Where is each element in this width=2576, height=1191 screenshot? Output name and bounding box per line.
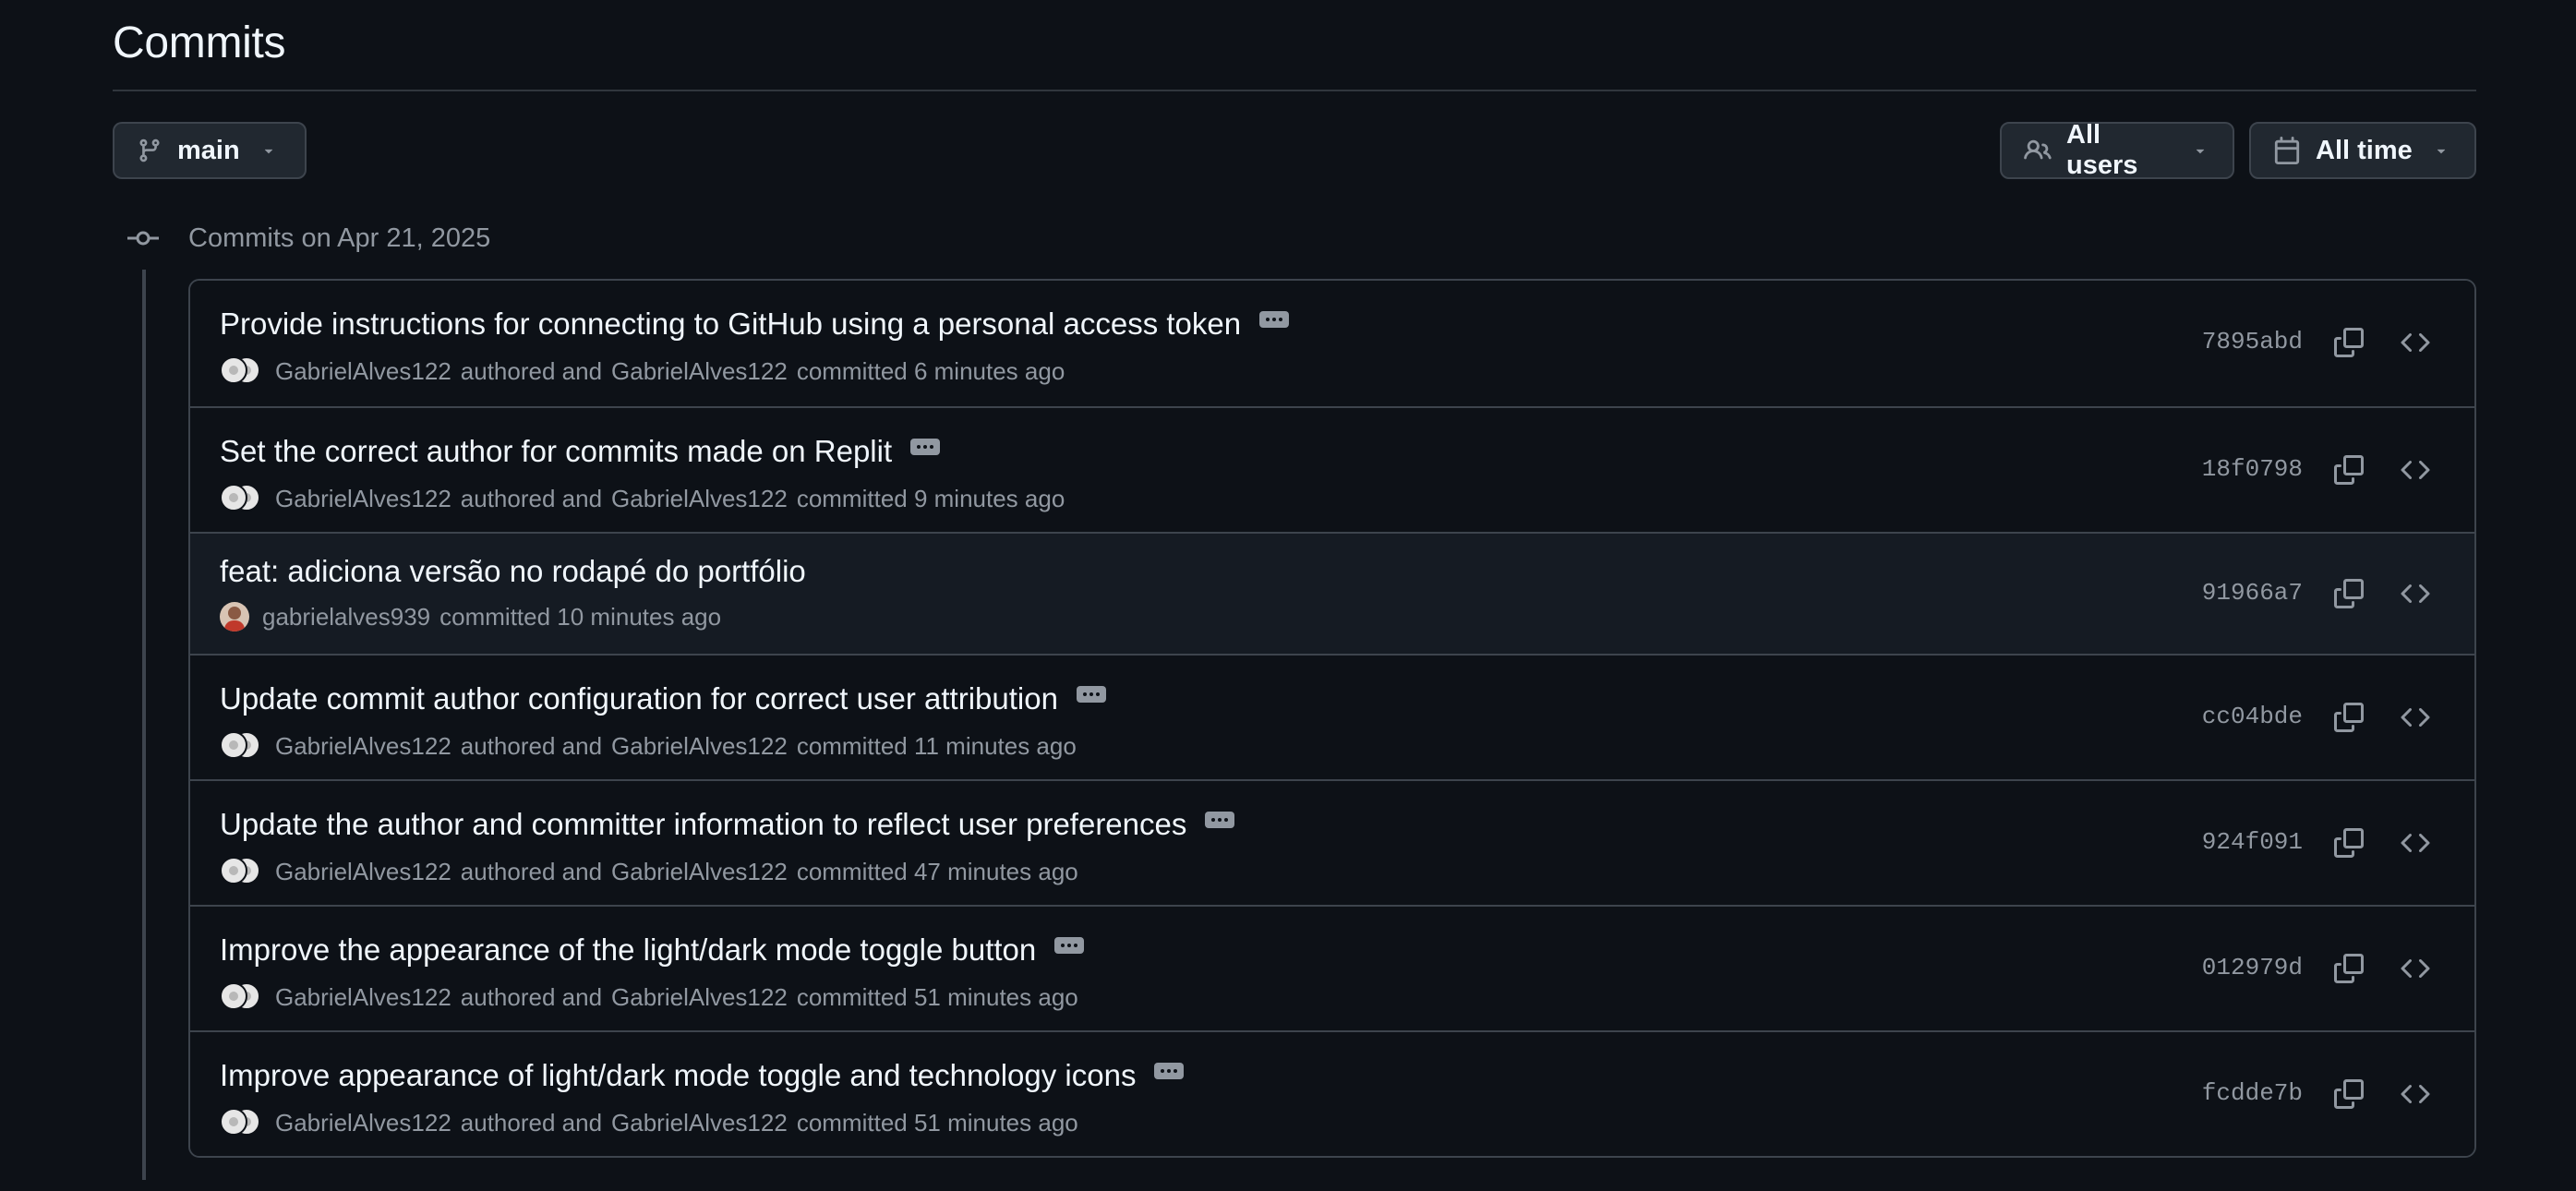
committer-link[interactable]: GabrielAlves122: [611, 858, 788, 886]
triangle-down-icon: [260, 142, 277, 159]
commit-sha-link[interactable]: 012979d: [2202, 954, 2303, 981]
commit-meta: GabrielAlves122 authored and GabrielAlve…: [220, 482, 1074, 515]
git-commit-icon: [127, 227, 159, 254]
commit-row: Update the author and committer informat…: [190, 779, 2474, 905]
git-branch-icon: [137, 138, 163, 163]
commit-meta: gabrielalves939 committed 10 minutes ago: [220, 600, 730, 633]
commit-sha-link[interactable]: cc04bde: [2202, 703, 2303, 730]
commit-title-link[interactable]: Update the author and committer informat…: [220, 803, 1186, 846]
authored-text: authored and: [460, 356, 603, 385]
commit-row: Update commit author configuration for c…: [190, 654, 2474, 779]
committed-time: committed 11 minutes ago: [796, 731, 1077, 760]
users-filter-button[interactable]: All users: [2000, 120, 2234, 180]
timeline-line: [142, 270, 146, 1180]
kebab-horizontal-icon[interactable]: [1205, 812, 1235, 828]
commit-meta: GabrielAlves122 authored and GabrielAlve…: [220, 355, 1074, 388]
commit-list: Provide instructions for connecting to G…: [188, 279, 2476, 1158]
avatar[interactable]: [220, 355, 262, 388]
committed-time: committed 6 minutes ago: [796, 356, 1065, 385]
avatar[interactable]: [220, 729, 262, 763]
time-filter-label: All time: [2316, 135, 2413, 165]
avatar[interactable]: [220, 1106, 262, 1139]
copy-icon[interactable]: [2327, 1072, 2371, 1116]
triangle-down-icon: [2192, 142, 2209, 159]
committer-link[interactable]: GabrielAlves122: [611, 485, 788, 513]
commit-title-link[interactable]: Provide instructions for connecting to G…: [220, 303, 1241, 345]
commit-title-link[interactable]: Improve the appearance of the light/dark…: [220, 929, 1036, 971]
commit-row: Improve the appearance of the light/dark…: [190, 905, 2474, 1030]
commit-row: Provide instructions for connecting to G…: [190, 281, 2474, 406]
calendar-icon: [2273, 137, 2301, 164]
commit-author-link[interactable]: GabrielAlves122: [275, 357, 451, 386]
authored-text: authored and: [460, 1108, 603, 1137]
time-filter-button[interactable]: All time: [2249, 122, 2476, 179]
authored-text: authored and: [460, 731, 603, 760]
commit-author-link[interactable]: GabrielAlves122: [275, 983, 451, 1012]
code-icon[interactable]: [2393, 821, 2438, 865]
committer-link[interactable]: GabrielAlves122: [611, 983, 788, 1012]
avatar[interactable]: [220, 980, 262, 1014]
copy-icon[interactable]: [2327, 946, 2371, 991]
code-icon[interactable]: [2393, 571, 2438, 616]
commit-row: feat: adiciona versão no rodapé do portf…: [190, 532, 2474, 654]
committed-time: committed 47 minutes ago: [796, 857, 1078, 885]
commit-sha-link[interactable]: 18f0798: [2202, 455, 2303, 483]
avatar[interactable]: [220, 602, 249, 632]
avatar[interactable]: [220, 482, 262, 515]
commit-row: Set the correct author for commits made …: [190, 406, 2474, 532]
code-icon[interactable]: [2393, 448, 2438, 492]
authored-text: authored and: [460, 982, 603, 1011]
triangle-down-icon: [2433, 142, 2450, 159]
kebab-horizontal-icon[interactable]: [1076, 686, 1106, 703]
users-filter-label: All users: [2066, 120, 2138, 180]
authored-text: authored and: [460, 484, 603, 512]
kebab-horizontal-icon[interactable]: [1259, 311, 1290, 328]
commit-meta: GabrielAlves122 authored and GabrielAlve…: [220, 729, 1086, 763]
people-icon: [2024, 137, 2052, 164]
kebab-horizontal-icon[interactable]: [1054, 937, 1085, 954]
committed-time: committed 10 minutes ago: [439, 602, 722, 631]
commit-title-link[interactable]: Update commit author configuration for c…: [220, 678, 1058, 720]
branch-selector-button[interactable]: main: [113, 122, 307, 179]
code-icon[interactable]: [2393, 946, 2438, 991]
commit-group-date: Commits on Apr 21, 2025: [188, 223, 491, 253]
kebab-horizontal-icon[interactable]: [910, 439, 941, 455]
commit-meta: GabrielAlves122 authored and GabrielAlve…: [220, 1106, 1088, 1139]
copy-icon[interactable]: [2327, 320, 2371, 365]
code-icon[interactable]: [2393, 1072, 2438, 1116]
committer-link[interactable]: GabrielAlves122: [611, 357, 788, 386]
page-title: Commits: [113, 18, 286, 67]
commit-title-link[interactable]: Improve appearance of light/dark mode to…: [220, 1054, 1136, 1097]
title-divider: [113, 90, 2476, 91]
commit-author-link[interactable]: GabrielAlves122: [275, 732, 451, 761]
commit-row: Improve appearance of light/dark mode to…: [190, 1030, 2474, 1156]
commit-author-link[interactable]: GabrielAlves122: [275, 858, 451, 886]
committed-time: committed 51 minutes ago: [796, 982, 1078, 1011]
copy-icon[interactable]: [2327, 821, 2371, 865]
code-icon[interactable]: [2393, 695, 2438, 740]
committed-time: committed 9 minutes ago: [796, 484, 1065, 512]
committer-link[interactable]: GabrielAlves122: [611, 1109, 788, 1137]
commit-title-link[interactable]: feat: adiciona versão no rodapé do portf…: [220, 550, 806, 593]
copy-icon[interactable]: [2327, 695, 2371, 740]
committed-time: committed 51 minutes ago: [796, 1108, 1078, 1137]
authored-text: authored and: [460, 857, 603, 885]
commit-sha-link[interactable]: 924f091: [2202, 828, 2303, 856]
avatar[interactable]: [220, 855, 262, 888]
commit-author-link[interactable]: GabrielAlves122: [275, 485, 451, 513]
commit-meta: GabrielAlves122 authored and GabrielAlve…: [220, 855, 1088, 888]
commit-author-link[interactable]: gabrielalves939: [262, 603, 430, 632]
commit-meta: GabrielAlves122 authored and GabrielAlve…: [220, 980, 1088, 1014]
commit-sha-link[interactable]: fcdde7b: [2202, 1079, 2303, 1107]
kebab-horizontal-icon[interactable]: [1154, 1063, 1185, 1079]
branch-label: main: [177, 135, 240, 165]
commit-sha-link[interactable]: 91966a7: [2202, 579, 2303, 607]
committer-link[interactable]: GabrielAlves122: [611, 732, 788, 761]
copy-icon[interactable]: [2327, 448, 2371, 492]
code-icon[interactable]: [2393, 320, 2438, 365]
commit-sha-link[interactable]: 7895abd: [2202, 328, 2303, 355]
commit-title-link[interactable]: Set the correct author for commits made …: [220, 430, 892, 473]
commit-author-link[interactable]: GabrielAlves122: [275, 1109, 451, 1137]
copy-icon[interactable]: [2327, 571, 2371, 616]
